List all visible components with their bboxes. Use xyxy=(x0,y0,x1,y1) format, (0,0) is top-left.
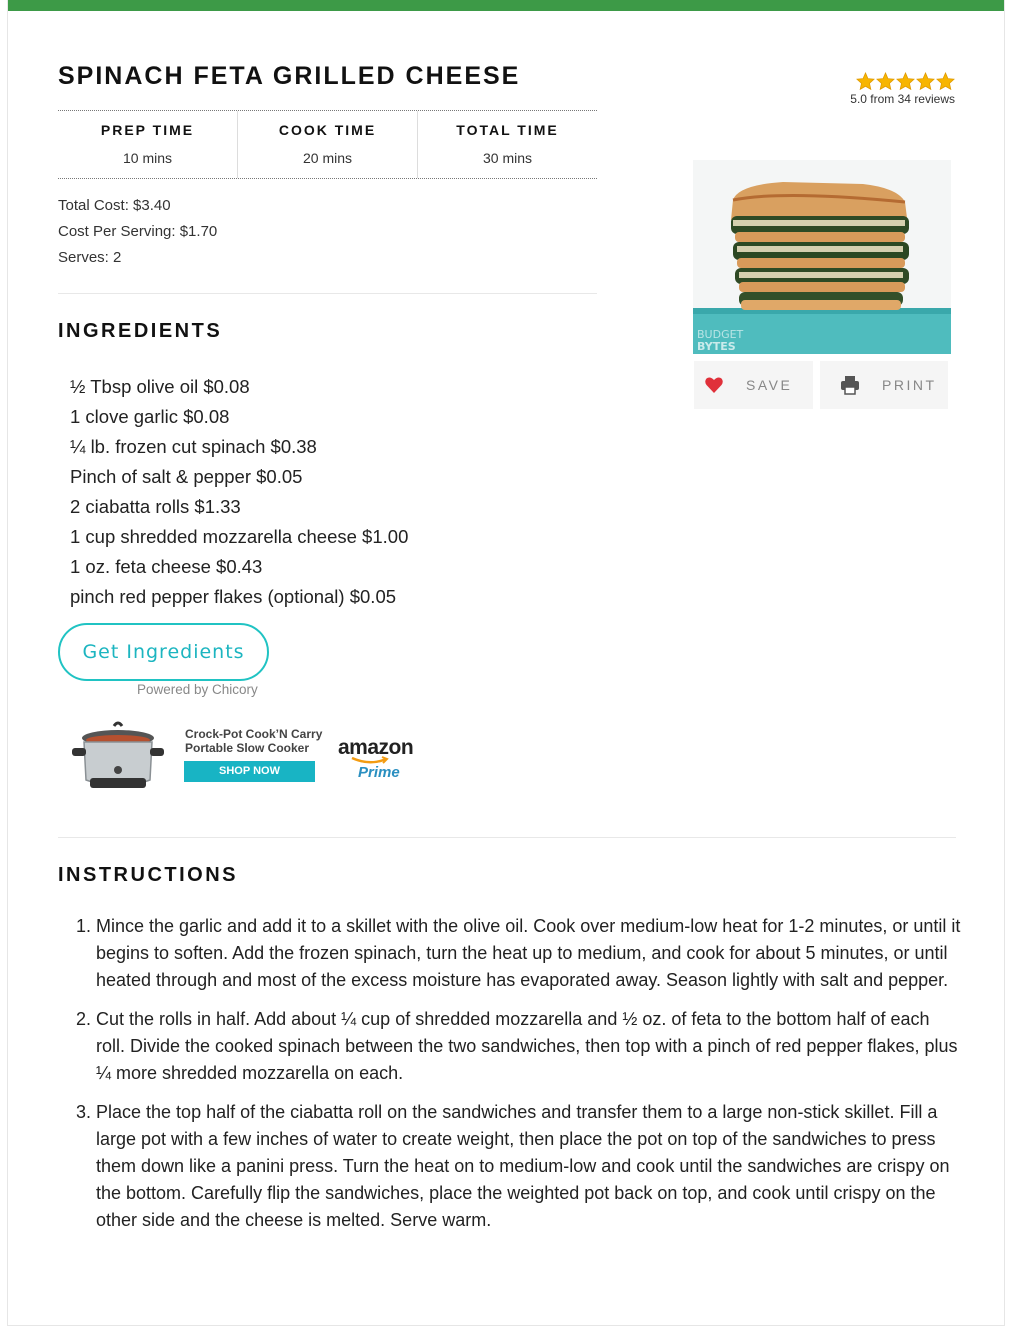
ad-title-line: Portable Slow Cooker xyxy=(185,741,310,755)
serves: Serves: 2 xyxy=(58,249,122,266)
ingredient-item: 1 clove garlic $0.08 xyxy=(70,406,230,427)
print-button[interactable]: PRINT xyxy=(820,361,948,409)
heart-icon xyxy=(705,377,723,393)
cook-time: COOK TIME 20 mins xyxy=(237,111,417,178)
ad-title-line: Crock-Pot Cook’N Carry xyxy=(185,727,323,741)
save-button[interactable]: SAVE xyxy=(694,361,813,409)
total-time: TOTAL TIME 30 mins xyxy=(417,111,597,178)
star-icon[interactable] xyxy=(916,72,935,91)
ingredient-item: 1 cup shredded mozzarella cheese $1.00 xyxy=(70,526,409,547)
time-label: PREP TIME xyxy=(100,122,195,138)
prep-time: PREP TIME 10 mins xyxy=(58,111,237,178)
cost-info: Total Cost: $3.40 Cost Per Serving: $1.7… xyxy=(58,193,217,271)
rating-summary: 5.0 from 34 reviews xyxy=(850,92,955,106)
star-icon[interactable] xyxy=(896,72,915,91)
star-icon[interactable] xyxy=(936,72,955,91)
time-value: 20 mins xyxy=(302,150,353,166)
instruction-step: Place the top half of the ciabatta roll … xyxy=(96,1099,963,1234)
grilled-cheese-image: BUDGET BYTES xyxy=(693,160,951,354)
rating: 5.0 from 34 reviews xyxy=(830,72,955,106)
ingredient-item: ¼ lb. frozen cut spinach $0.38 xyxy=(70,436,317,457)
instruction-step: Mince the garlic and add it to a skillet… xyxy=(96,913,963,994)
divider xyxy=(58,837,956,838)
powered-by-chicory[interactable]: Powered by Chicory xyxy=(137,682,258,697)
watermark-line2: BYTES xyxy=(697,340,736,353)
recipe-title: SPINACH FETA GRILLED CHEESE xyxy=(58,62,521,90)
ingredient-item: ½ Tbsp olive oil $0.08 xyxy=(70,376,250,397)
divider xyxy=(58,293,597,294)
star-rating[interactable] xyxy=(830,72,955,91)
printer-icon xyxy=(841,376,859,395)
ingredient-item: 2 ciabatta rolls $1.33 xyxy=(70,496,241,517)
instructions-heading: INSTRUCTIONS xyxy=(58,864,238,886)
time-value: 30 mins xyxy=(482,150,533,166)
ingredient-item: 1 oz. feta cheese $0.43 xyxy=(70,556,263,577)
print-label: PRINT xyxy=(882,377,937,393)
cost-per-serving: Cost Per Serving: $1.70 xyxy=(58,223,218,240)
star-icon[interactable] xyxy=(856,72,875,91)
ingredient-item: pinch red pepper flakes (optional) $0.05 xyxy=(70,586,397,607)
ad-product-title: Crock-Pot Cook’N Carry Portable Slow Coo… xyxy=(185,727,322,755)
save-label: SAVE xyxy=(746,377,793,393)
ingredient-item: Pinch of salt & pepper $0.05 xyxy=(70,466,303,487)
time-table: PREP TIME 10 mins COOK TIME 20 mins TOTA… xyxy=(58,110,597,179)
time-value: 10 mins xyxy=(122,150,173,166)
time-label: COOK TIME xyxy=(278,122,377,138)
shop-now-button[interactable]: SHOP NOW xyxy=(184,761,315,782)
total-cost: Total Cost: $3.40 xyxy=(58,197,171,214)
star-icon[interactable] xyxy=(876,72,895,91)
ingredient-list: ½ Tbsp olive oil $0.08 1 clove garlic $0… xyxy=(70,372,408,612)
amazon-ad[interactable]: Crock-Pot Cook’N Carry Portable Slow Coo… xyxy=(68,718,428,798)
time-label: TOTAL TIME xyxy=(456,122,559,138)
slow-cooker-image xyxy=(72,721,164,788)
recipe-photo[interactable]: BUDGET BYTES xyxy=(693,160,951,354)
ingredients-heading: INGREDIENTS xyxy=(58,320,223,342)
instruction-step: Cut the rolls in half. Add about ¼ cup o… xyxy=(96,1006,963,1087)
prime-logo: Prime xyxy=(358,764,400,781)
get-ingredients-button[interactable]: Get Ingredients xyxy=(58,623,269,681)
instruction-list: Mince the garlic and add it to a skillet… xyxy=(58,913,963,1246)
